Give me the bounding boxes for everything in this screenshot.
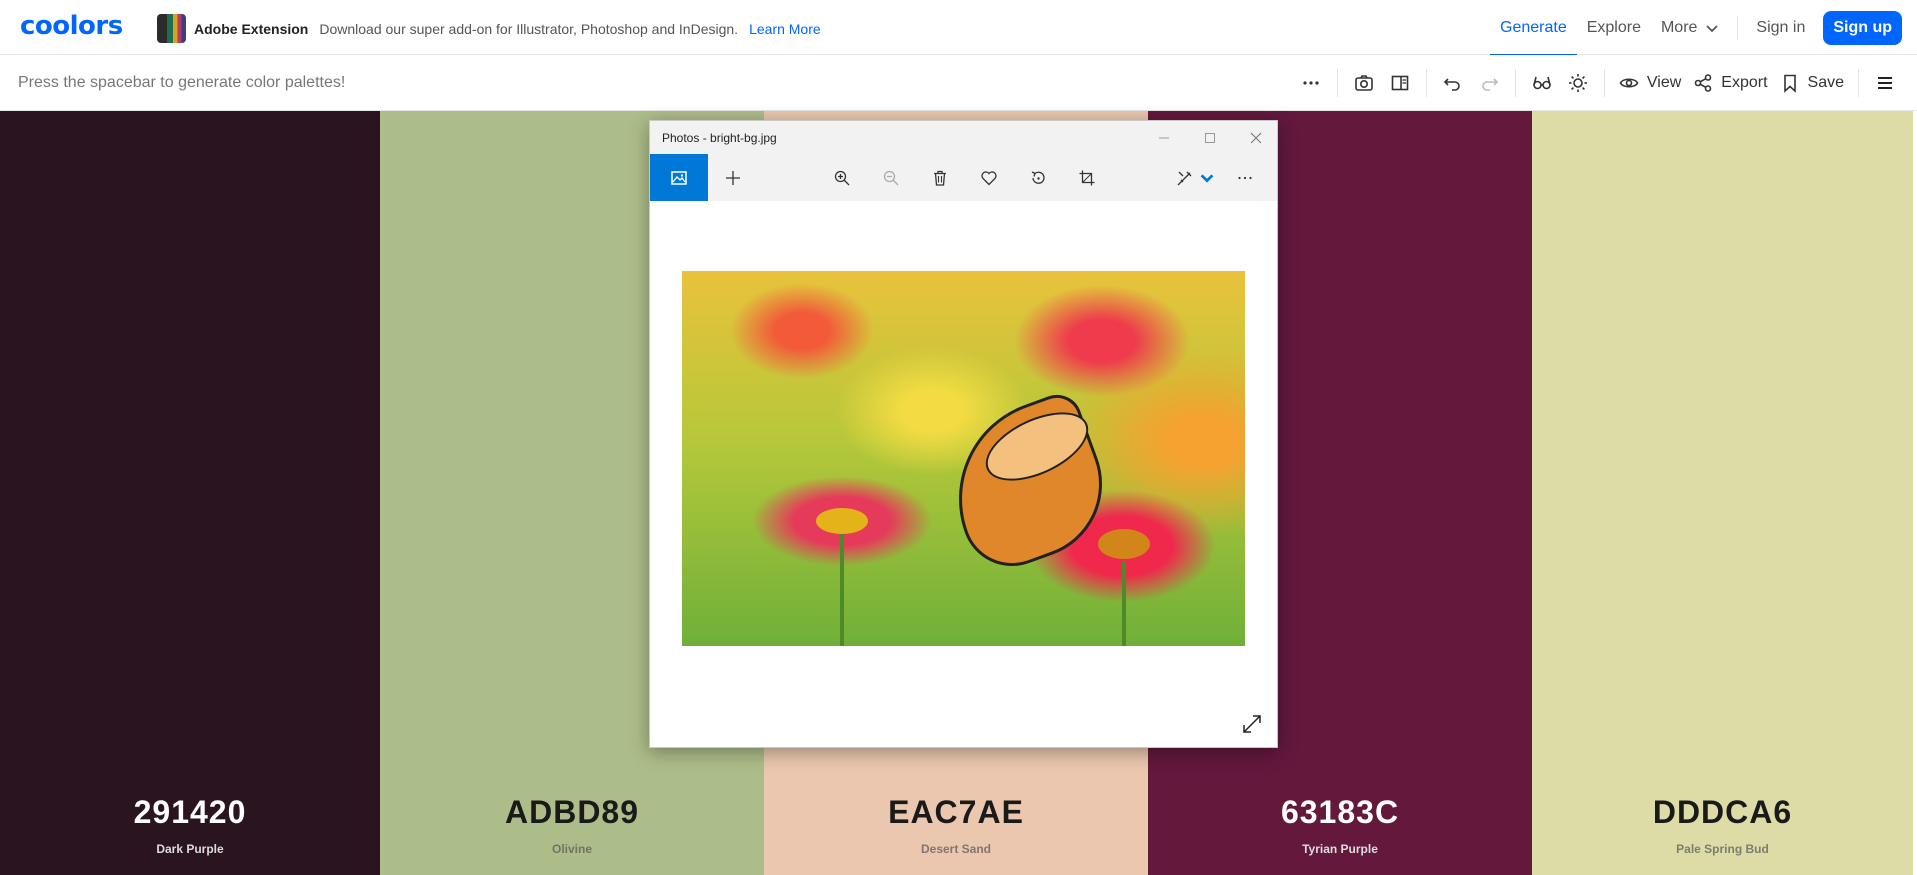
photos-titlebar[interactable]: Photos - bright-bg.jpg xyxy=(650,121,1277,154)
maximize-button[interactable] xyxy=(1187,121,1233,154)
sun-icon xyxy=(1568,74,1587,92)
maximize-icon xyxy=(1205,132,1215,143)
swatch-name: Olivine xyxy=(551,842,592,856)
photos-toolbar xyxy=(650,154,1277,201)
swatch-hex[interactable]: EAC7AE xyxy=(764,794,1148,831)
toolbar-divider xyxy=(1336,69,1338,97)
see-all-photos-button[interactable] xyxy=(650,154,708,201)
chevron-down-icon xyxy=(1200,173,1214,183)
ellipsis-icon xyxy=(1303,81,1319,85)
redo-button[interactable] xyxy=(1471,65,1507,101)
eye-icon xyxy=(1619,78,1639,88)
delete-button[interactable] xyxy=(915,154,965,201)
redo-icon xyxy=(1482,78,1499,91)
export-label: Export xyxy=(1721,74,1768,91)
side-panel-button[interactable] xyxy=(1382,65,1418,101)
save-label: Save xyxy=(1807,74,1844,91)
butterfly-flower-photo xyxy=(682,271,1245,646)
save-button[interactable]: Save xyxy=(1774,65,1850,101)
close-button[interactable] xyxy=(1233,121,1279,154)
nav-more-label: More xyxy=(1660,18,1698,36)
swatch-hex[interactable]: DDDCA6 xyxy=(1532,794,1913,831)
color-swatch[interactable]: 291420 Dark Purple xyxy=(0,111,380,875)
trash-icon xyxy=(934,170,946,186)
toolbar-divider xyxy=(1514,69,1516,97)
swatch-name: Desert Sand xyxy=(920,842,992,856)
photos-window: Photos - bright-bg.jpg xyxy=(649,120,1278,748)
edit-tools-icon xyxy=(1177,171,1192,185)
swatch-hex[interactable]: 291420 xyxy=(0,794,380,831)
ellipsis-icon xyxy=(1238,176,1252,179)
favorite-button[interactable] xyxy=(964,154,1014,201)
crop-button[interactable] xyxy=(1062,154,1112,201)
export-button[interactable]: Export xyxy=(1687,65,1773,101)
share-icon xyxy=(1694,74,1712,92)
edit-create-button[interactable] xyxy=(1168,154,1224,201)
camera-button[interactable] xyxy=(1346,65,1382,101)
heart-icon xyxy=(981,170,997,185)
camera-icon xyxy=(1355,75,1373,91)
color-swatch[interactable]: DDDCA6 Pale Spring Bud xyxy=(1532,111,1913,875)
close-icon xyxy=(1250,132,1262,143)
toolbar-actions: View Export Save xyxy=(1293,55,1903,111)
swatch-hex[interactable]: 63183C xyxy=(1148,794,1532,831)
learn-more-link[interactable]: Learn More xyxy=(749,21,821,37)
swatch-hex[interactable]: ADBD89 xyxy=(380,794,764,831)
add-button[interactable] xyxy=(708,154,758,201)
menu-button[interactable] xyxy=(1867,65,1903,101)
photos-title: Photos - bright-bg.jpg xyxy=(662,131,777,145)
signup-button[interactable]: Sign up xyxy=(1823,10,1902,45)
bookmark-icon xyxy=(1783,74,1796,93)
promo-description: Download our super add-on for Illustrato… xyxy=(319,20,739,37)
view-button[interactable]: View xyxy=(1613,65,1687,101)
crop-icon xyxy=(1079,170,1095,185)
promo-title: Adobe Extension xyxy=(194,20,309,37)
adobe-extension-icon xyxy=(157,14,186,43)
glasses-icon xyxy=(1533,76,1551,90)
plus-icon xyxy=(726,170,740,185)
promo-banner: Adobe Extension Download our super add-o… xyxy=(157,14,821,43)
swatch-name: Pale Spring Bud xyxy=(1676,842,1769,856)
top-nav: coolors Adobe Extension Download our sup… xyxy=(0,0,1917,56)
hamburger-icon xyxy=(1878,77,1892,89)
brightness-button[interactable] xyxy=(1560,65,1596,101)
nav-more[interactable]: More xyxy=(1651,0,1729,55)
nav-generate[interactable]: Generate xyxy=(1490,0,1577,56)
nav-signin[interactable]: Sign in xyxy=(1746,0,1815,55)
toolbar-divider xyxy=(1425,69,1427,97)
zoom-in-button[interactable] xyxy=(817,154,867,201)
full-screen-button[interactable] xyxy=(1241,713,1263,735)
side-panel-icon xyxy=(1391,75,1409,91)
swatch-name: Tyrian Purple xyxy=(1302,842,1378,856)
minimize-button[interactable] xyxy=(1141,121,1187,154)
undo-icon xyxy=(1443,78,1460,91)
zoom-in-icon xyxy=(834,170,850,185)
nav-links: Generate Explore More Sign in Sign up xyxy=(1490,0,1917,56)
rotate-icon xyxy=(1031,170,1045,184)
swatch-name: Dark Purple xyxy=(156,842,224,856)
more-options-button[interactable] xyxy=(1293,65,1329,101)
toolbar-divider xyxy=(1858,69,1859,97)
chevron-down-icon xyxy=(1706,24,1719,32)
coolors-logo[interactable]: coolors xyxy=(20,11,123,41)
zoom-out-button[interactable] xyxy=(866,154,916,201)
nav-explore[interactable]: Explore xyxy=(1577,0,1651,55)
palette-toolbar: Press the spacebar to generate color pal… xyxy=(0,55,1917,111)
rotate-button[interactable] xyxy=(1013,154,1063,201)
spacebar-hint: Press the spacebar to generate color pal… xyxy=(18,74,346,91)
photos-more-button[interactable] xyxy=(1220,154,1270,201)
undo-button[interactable] xyxy=(1435,65,1471,101)
nav-divider xyxy=(1737,15,1739,40)
view-label: View xyxy=(1646,74,1682,91)
minimize-icon xyxy=(1159,137,1169,138)
zoom-out-icon xyxy=(883,170,899,185)
expand-icon xyxy=(1243,715,1261,733)
image-icon xyxy=(671,170,687,185)
toolbar-divider xyxy=(1603,69,1605,97)
color-blindness-button[interactable] xyxy=(1524,65,1560,101)
